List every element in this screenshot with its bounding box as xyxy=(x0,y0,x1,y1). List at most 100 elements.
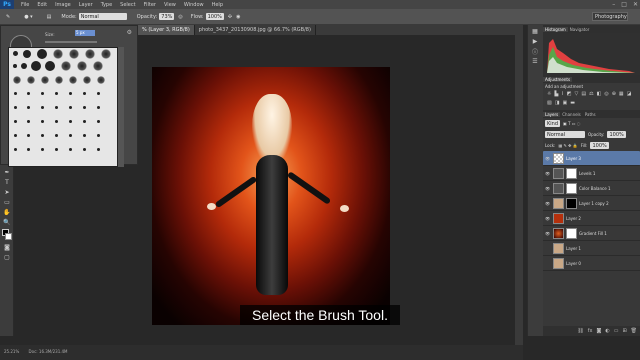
brush-preset[interactable] xyxy=(69,120,72,123)
vibrance-icon[interactable]: ▽ xyxy=(575,91,579,97)
brush-preset[interactable] xyxy=(97,92,100,95)
airbrush-icon[interactable]: ✣ xyxy=(228,14,232,20)
flow-field[interactable]: 100% xyxy=(205,13,224,20)
type-tool-icon[interactable]: T xyxy=(2,179,12,186)
brush-presets-grid[interactable] xyxy=(8,47,118,167)
mode-select[interactable]: Normal xyxy=(78,13,127,20)
brush-preset[interactable] xyxy=(93,61,103,71)
tab-layer3[interactable]: % (Layer 3, RGB/8) xyxy=(138,25,195,35)
tab-histogram[interactable]: Histogram xyxy=(543,26,568,32)
menu-window[interactable]: Window xyxy=(184,2,204,8)
zoom-tool-icon[interactable]: 🔍 xyxy=(2,219,12,226)
vertical-scrollbar[interactable] xyxy=(515,35,523,345)
menu-filter[interactable]: Filter xyxy=(144,2,156,8)
menu-view[interactable]: View xyxy=(164,2,176,8)
brush-preset[interactable] xyxy=(27,134,30,137)
layer-name[interactable]: Layer 0 xyxy=(566,261,581,266)
brightness-icon[interactable]: ☼ xyxy=(547,91,551,97)
folder-icon[interactable]: ▭ xyxy=(614,328,619,334)
brush-preset[interactable] xyxy=(14,106,17,109)
brush-preset[interactable] xyxy=(97,120,100,123)
brush-preset[interactable] xyxy=(21,63,27,69)
brush-preset[interactable] xyxy=(69,106,72,109)
tab-paths[interactable]: Paths xyxy=(583,112,598,117)
brush-preset-picker[interactable]: ● ▾ xyxy=(24,14,32,20)
layer-name[interactable]: Levels 1 xyxy=(579,171,595,176)
menu-edit[interactable]: Edit xyxy=(37,2,47,8)
brush-preset[interactable] xyxy=(101,49,111,59)
properties-panel-icon[interactable]: ☰ xyxy=(530,58,540,65)
layers-opacity-field[interactable]: 100% xyxy=(607,131,626,138)
menu-file[interactable]: File xyxy=(21,2,29,8)
brush-preset[interactable] xyxy=(69,76,77,84)
layer-row[interactable]: 👁 Layer 2 xyxy=(543,211,640,226)
eye-icon[interactable]: 👁 xyxy=(545,171,551,176)
layer-row[interactable]: 👁 Color Balance 1 xyxy=(543,181,640,196)
close-icon[interactable]: ✕ xyxy=(633,1,638,8)
layer-name[interactable]: Layer 1 copy 2 xyxy=(579,201,609,206)
layer-name[interactable]: Layer 2 xyxy=(566,216,581,221)
posterize-icon[interactable]: ▧ xyxy=(547,100,552,106)
blend-mode-select[interactable]: Normal xyxy=(545,131,585,138)
brush-preset[interactable] xyxy=(27,92,30,95)
brush-preset[interactable] xyxy=(61,61,71,71)
pressure-size-icon[interactable]: ◉ xyxy=(236,14,240,20)
mask-icon[interactable]: ◙ xyxy=(596,328,601,334)
menu-image[interactable]: Image xyxy=(55,2,71,8)
menu-layer[interactable]: Layer xyxy=(79,2,93,8)
layer-row[interactable]: 👁 Layer 1 copy 2 xyxy=(543,196,640,211)
workspace-select[interactable]: Photography xyxy=(592,12,628,21)
brush-preset[interactable] xyxy=(83,148,86,151)
brush-preset[interactable] xyxy=(69,92,72,95)
eye-icon[interactable]: 👁 xyxy=(545,201,551,206)
brush-preset[interactable] xyxy=(97,134,100,137)
brush-preset[interactable] xyxy=(97,148,100,151)
lock-icons[interactable]: ▦ ✎ ✥ 🔒 xyxy=(558,143,577,148)
brush-preset[interactable] xyxy=(55,92,58,95)
brush-preset[interactable] xyxy=(13,76,21,84)
brush-preset[interactable] xyxy=(13,51,18,56)
brush-preset[interactable] xyxy=(83,134,86,137)
brush-preset[interactable] xyxy=(55,120,58,123)
size-slider[interactable] xyxy=(45,41,97,43)
layer-name[interactable]: Layer 3 xyxy=(566,156,581,161)
brush-preset[interactable] xyxy=(85,49,95,59)
brush-tool-icon[interactable]: ✎ xyxy=(6,14,10,20)
levels-icon[interactable]: ▙ xyxy=(554,91,558,97)
info-panel-icon[interactable]: ⓘ xyxy=(530,48,540,56)
opacity-field[interactable]: 73% xyxy=(159,13,175,20)
fx-icon[interactable]: fx xyxy=(588,328,593,334)
brush-preset[interactable] xyxy=(37,49,47,59)
brush-preset[interactable] xyxy=(83,92,86,95)
brush-preset[interactable] xyxy=(83,120,86,123)
quick-mask-icon[interactable]: ◙ xyxy=(2,244,12,251)
shape-tool-icon[interactable]: ▭ xyxy=(2,199,12,206)
brush-preset[interactable] xyxy=(27,148,30,151)
color-lookup-icon[interactable]: ▦ xyxy=(619,91,624,97)
layer-name[interactable]: Gradient Fill 1 xyxy=(579,231,607,236)
pressure-opacity-icon[interactable]: ◎ xyxy=(178,14,182,20)
brush-preset[interactable] xyxy=(23,50,31,58)
brush-preset[interactable] xyxy=(55,76,63,84)
size-field[interactable]: 5 px xyxy=(75,30,95,36)
trash-icon[interactable]: 🗑 xyxy=(631,328,637,334)
tab-adjustments[interactable]: Adjustments xyxy=(543,76,573,82)
menu-help[interactable]: Help xyxy=(212,2,223,8)
layer-row[interactable]: Layer 1 xyxy=(543,241,640,256)
brush-preset[interactable] xyxy=(83,76,91,84)
brush-preset[interactable] xyxy=(69,49,79,59)
eye-icon[interactable]: 👁 xyxy=(545,156,551,161)
brush-preset[interactable] xyxy=(27,120,30,123)
photo-filter-icon[interactable]: ◎ xyxy=(604,91,608,97)
tab-photo[interactable]: photo_3437_20130908.jpg @ 66.7% (RGB/8) xyxy=(195,25,316,35)
brush-preset[interactable] xyxy=(97,76,105,84)
hue-saturation-icon[interactable]: ▤ xyxy=(581,91,586,97)
history-panel-icon[interactable]: ▦ xyxy=(530,28,540,35)
brush-preset[interactable] xyxy=(41,134,44,137)
toggle-brush-panel-icon[interactable]: ▤ xyxy=(47,14,52,20)
color-swatches[interactable] xyxy=(2,229,12,241)
brush-preset[interactable] xyxy=(14,134,17,137)
pen-tool-icon[interactable]: ✒ xyxy=(2,169,12,176)
brush-preset[interactable] xyxy=(41,92,44,95)
tab-layers[interactable]: Layers xyxy=(543,111,561,117)
